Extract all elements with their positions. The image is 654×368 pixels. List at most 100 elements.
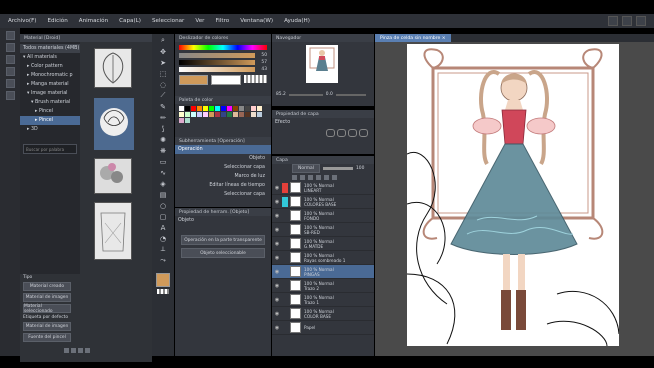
menu-archivo[interactable]: Archivo(F) [8, 18, 37, 24]
palette-swatch[interactable] [215, 112, 220, 117]
menu-seleccionar[interactable]: Seleccionar [152, 18, 184, 24]
material-filter-button[interactable]: Material creado [23, 282, 71, 291]
zoom-icon[interactable] [78, 348, 83, 353]
figure-tool-icon[interactable]: ○ [159, 201, 168, 210]
airbrush-tool-icon[interactable]: ✺ [159, 135, 168, 144]
palette-swatch[interactable] [179, 118, 184, 123]
material-thumbnail-selected[interactable] [94, 98, 134, 150]
layer-row[interactable]: ◉ 100 % Normal COLORES BASE [272, 195, 374, 209]
tone-icon[interactable] [348, 129, 357, 137]
new-folder-icon[interactable] [308, 174, 313, 180]
subtool-item[interactable]: Objeto [175, 154, 271, 163]
material-filter-button[interactable]: Material seleccionado [23, 304, 71, 314]
correct-line-tool-icon[interactable]: ⤳ [159, 256, 168, 265]
tree-item-selected[interactable]: ▸ Pincel [20, 116, 80, 125]
lasso-tool-icon[interactable]: ◌ [159, 80, 168, 89]
eye-icon[interactable]: ◉ [274, 213, 280, 219]
tree-item[interactable]: ▾ Brush material [20, 98, 80, 107]
balloon-tool-icon[interactable]: ◔ [159, 234, 168, 243]
3d-icon[interactable] [5, 91, 15, 100]
layer-row[interactable]: ◉ 100 % Normal G.MATDE [272, 237, 374, 251]
layer-row[interactable]: ◉ 100 % Normal COLOR BASE [272, 307, 374, 321]
material-thumbnail[interactable] [94, 48, 132, 88]
maximize-icon[interactable] [622, 16, 632, 26]
tree-item[interactable]: ▸ 3D [20, 125, 80, 134]
delete-layer-icon[interactable] [332, 174, 337, 180]
lock-icon[interactable] [324, 174, 329, 180]
palette-swatch[interactable] [185, 106, 190, 111]
palette-swatch[interactable] [251, 112, 256, 117]
transparent-color-swatch[interactable] [157, 289, 169, 294]
palette-swatch[interactable] [179, 112, 184, 117]
move-tool-icon[interactable]: ✥ [159, 47, 168, 56]
palette-swatch[interactable] [239, 112, 244, 117]
subtool-item[interactable]: Marco de luz [175, 172, 271, 181]
decoration-tool-icon[interactable]: ❋ [159, 146, 168, 155]
tree-item[interactable]: ▸ Monochromatic p [20, 71, 80, 80]
saturation-slider[interactable] [179, 53, 255, 58]
material-search-input[interactable]: Buscar por palabra [23, 144, 77, 154]
palette-swatch[interactable] [245, 106, 250, 111]
material-thumbnail[interactable] [94, 202, 132, 260]
blend-tool-icon[interactable]: ∿ [159, 168, 168, 177]
alpha-slider[interactable] [179, 67, 255, 72]
layer-color-icon[interactable] [337, 129, 346, 137]
tree-item[interactable]: ▸ Manga material [20, 80, 80, 89]
material-icon[interactable] [5, 31, 15, 40]
eye-icon[interactable]: ◉ [274, 297, 280, 303]
layer-row[interactable]: ◉ 100 % Normal FONDO [272, 209, 374, 223]
palette-swatch[interactable] [209, 112, 214, 117]
selectable-object-button[interactable]: Objeto seleccionable [181, 248, 265, 258]
eye-icon[interactable]: ◉ [274, 311, 280, 317]
view-list-icon[interactable] [71, 348, 76, 353]
palette-swatch[interactable] [227, 112, 232, 117]
menu-edicion[interactable]: Edición [48, 18, 68, 24]
palette-swatch[interactable] [191, 112, 196, 117]
gradient-tool-icon[interactable]: ▤ [159, 190, 168, 199]
material-panel-tab[interactable]: Material [Droid] [20, 34, 152, 42]
palette-swatch[interactable] [233, 106, 238, 111]
operation-tool-icon[interactable]: ➤ [159, 58, 168, 67]
transparent-swatch[interactable] [243, 75, 267, 83]
tree-item[interactable]: ▾ All materials [20, 53, 80, 62]
eye-icon[interactable]: ◉ [274, 185, 280, 191]
pencil-tool-icon[interactable]: ✏ [159, 113, 168, 122]
new-raster-layer-icon[interactable] [292, 174, 297, 180]
image-icon[interactable] [5, 79, 15, 88]
mask-icon[interactable] [359, 129, 368, 137]
layer-row[interactable]: ◉ 100 % Normal Trazo 1 [272, 293, 374, 307]
eye-icon[interactable]: ◉ [274, 269, 280, 275]
palette-swatch[interactable] [185, 118, 190, 123]
palette-swatch[interactable] [239, 106, 244, 111]
palette-swatch[interactable] [203, 112, 208, 117]
palette-swatch[interactable] [209, 106, 214, 111]
palette-swatch[interactable] [215, 106, 220, 111]
clip-layer-icon[interactable] [316, 174, 321, 180]
eye-icon[interactable]: ◉ [274, 325, 280, 331]
menu-animacion[interactable]: Animación [79, 18, 108, 24]
text-tool-icon[interactable]: A [159, 223, 168, 232]
new-vector-layer-icon[interactable] [300, 174, 305, 180]
eye-icon[interactable]: ◉ [274, 227, 280, 233]
zoom-slider[interactable] [288, 93, 323, 96]
selection-tool-icon[interactable]: ⬚ [159, 69, 168, 78]
minimize-icon[interactable] [608, 16, 618, 26]
palette-swatch[interactable] [251, 106, 256, 111]
value-slider[interactable] [179, 60, 255, 65]
palette-swatch[interactable] [221, 106, 226, 111]
view-grid-icon[interactable] [64, 348, 69, 353]
palette-swatch[interactable] [257, 112, 262, 117]
frame-tool-icon[interactable]: ▢ [159, 212, 168, 221]
settings-icon[interactable] [85, 348, 90, 353]
navigator-preview[interactable] [306, 45, 338, 83]
fill-tool-icon[interactable]: ◈ [159, 179, 168, 188]
hue-slider[interactable] [179, 45, 267, 50]
palette-swatch[interactable] [245, 112, 250, 117]
material-folder-title[interactable]: Todos materiales (4MB) [20, 44, 80, 53]
canvas-tab[interactable]: Pinza de celda sin nombre × [375, 34, 451, 42]
menu-filtro[interactable]: Filtro [215, 18, 229, 24]
ruler-tool-icon[interactable]: ⟂ [159, 245, 168, 254]
layer-row[interactable]: ◉ 100 % Normal Rayas sombreado 1 [272, 251, 374, 265]
subtool-item[interactable]: Seleccionar capa [175, 163, 271, 172]
palette-swatch[interactable] [203, 106, 208, 111]
